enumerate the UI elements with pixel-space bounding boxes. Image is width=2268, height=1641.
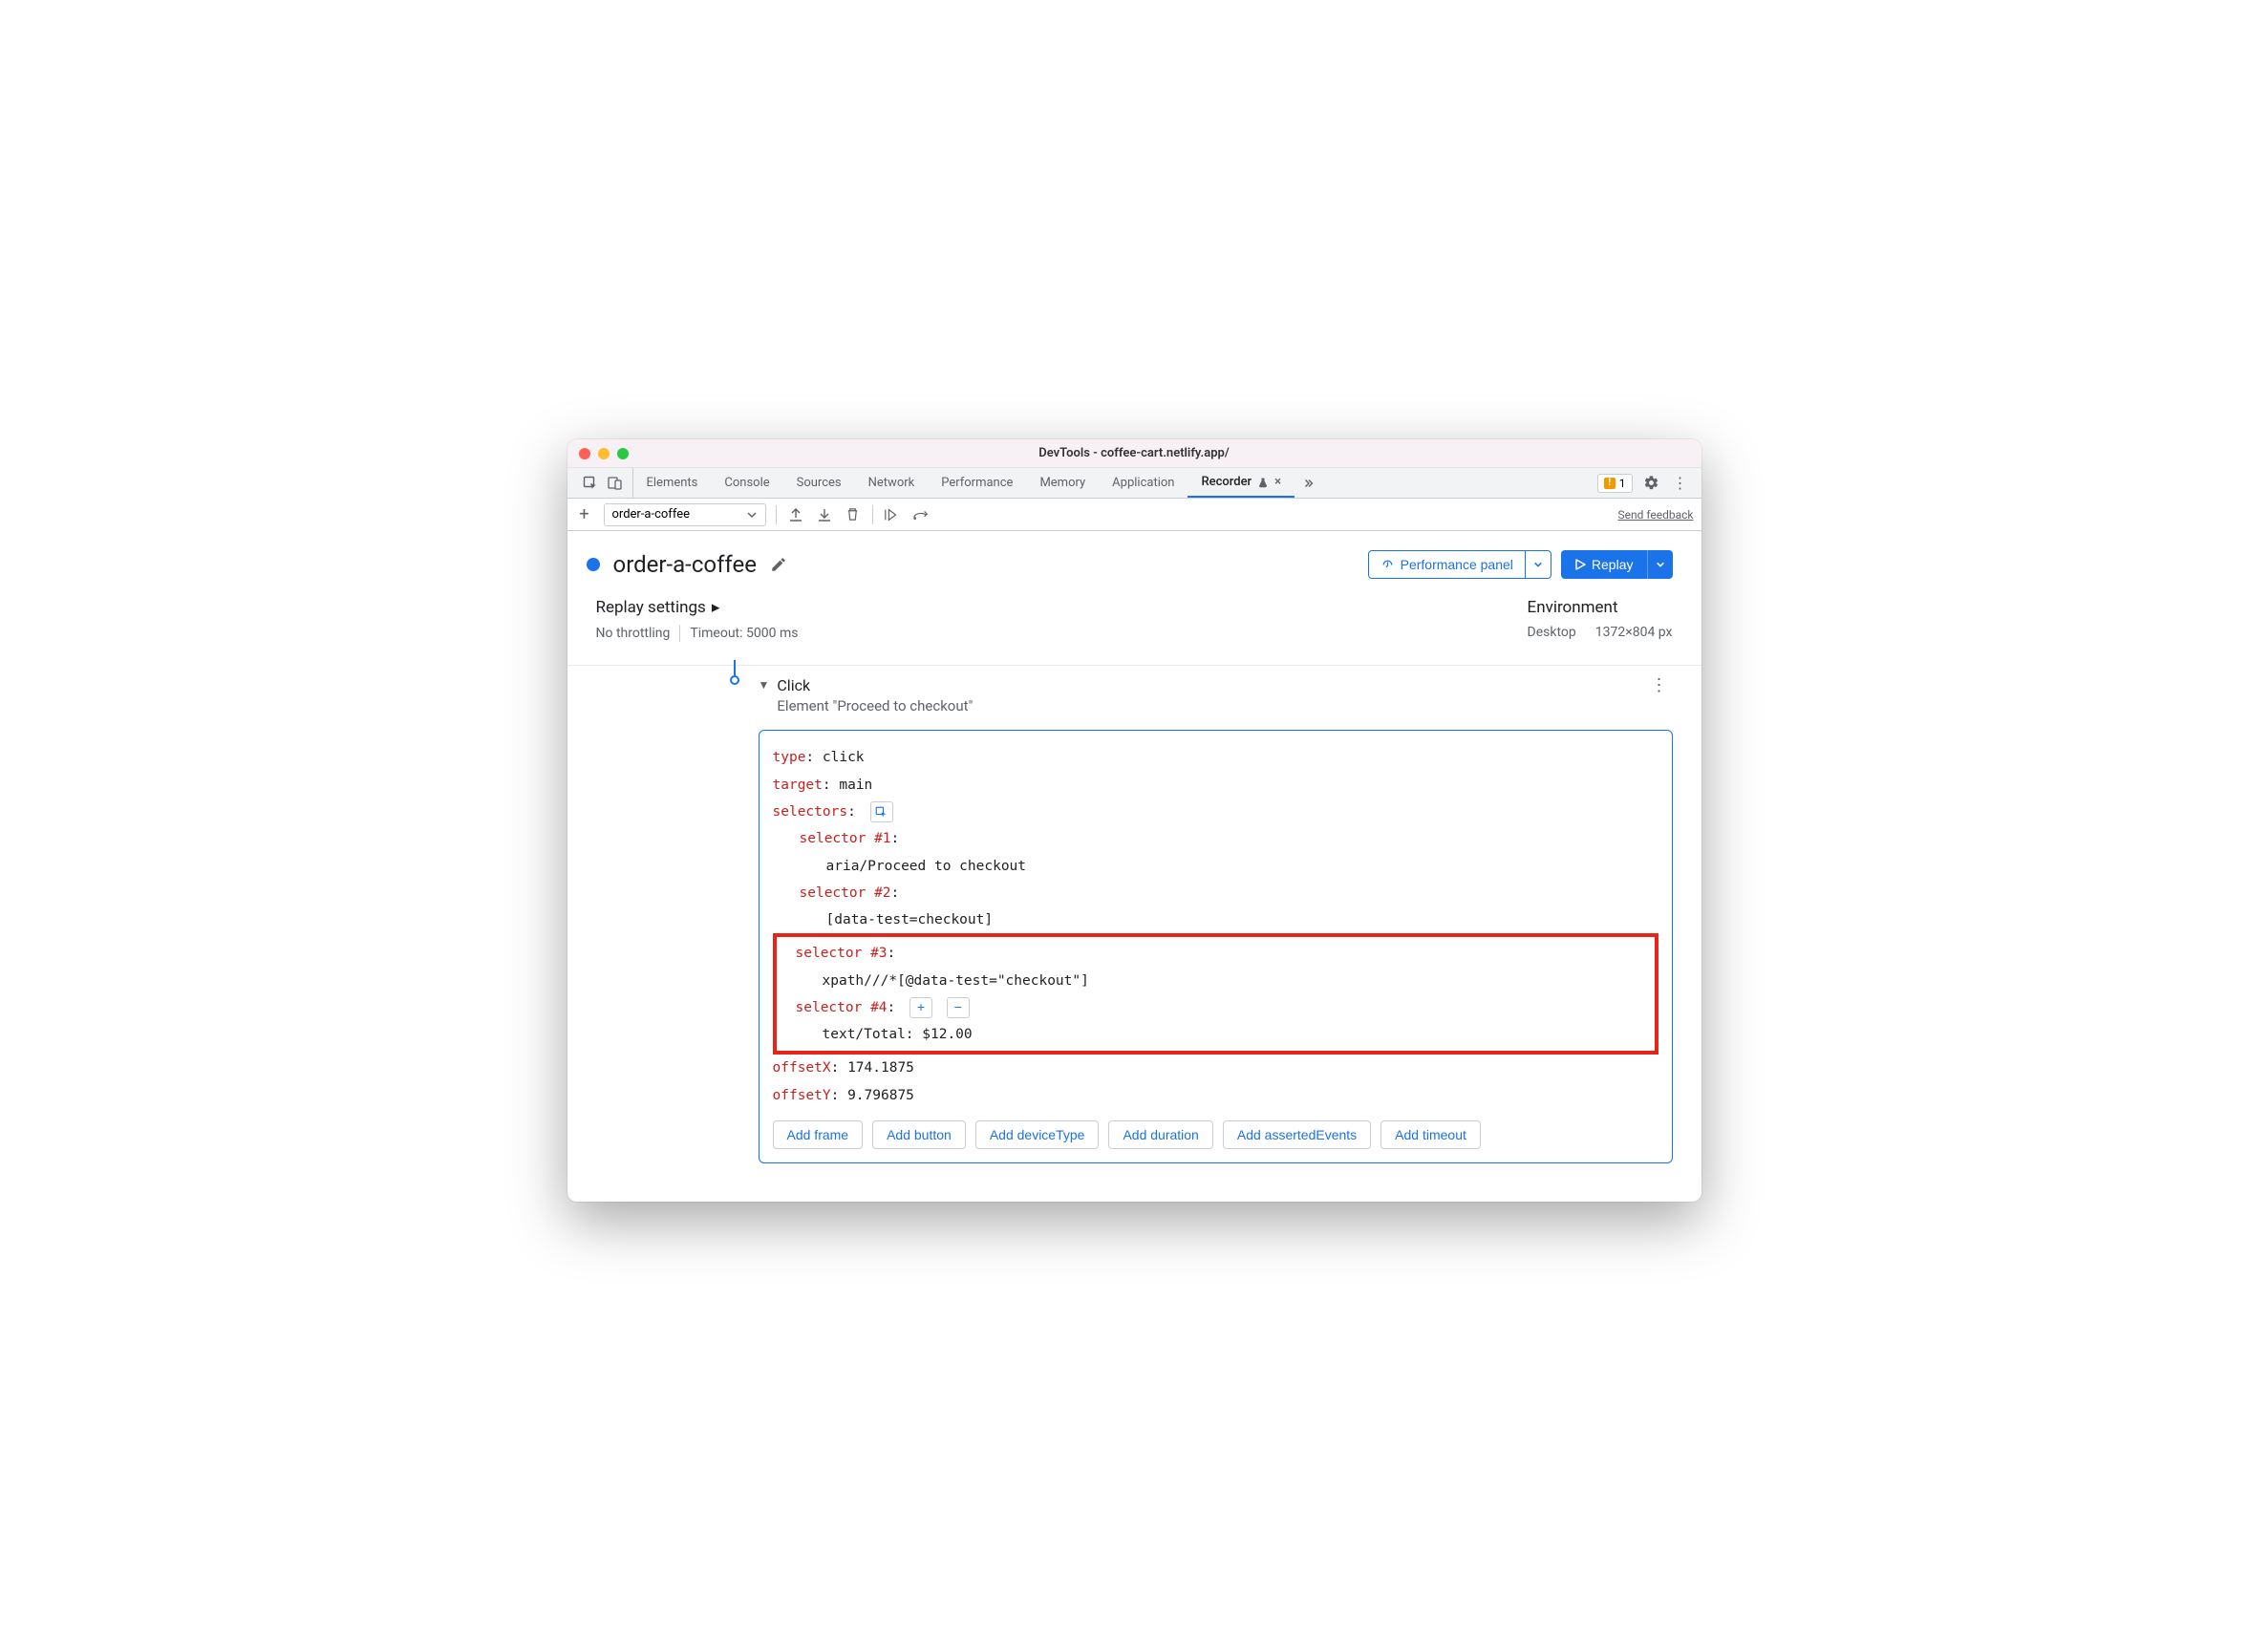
devtools-window: DevTools - coffee-cart.netlify.app/ Elem… bbox=[567, 439, 1701, 1202]
step-play-icon[interactable] bbox=[883, 505, 902, 524]
tab-performance[interactable]: Performance bbox=[928, 468, 1026, 498]
flask-icon bbox=[1257, 477, 1269, 488]
type-key: type bbox=[773, 750, 806, 765]
settings-row: Replay settings ▸ No throttling Timeout:… bbox=[567, 598, 1701, 666]
add-timeout-button[interactable]: Add timeout bbox=[1380, 1120, 1481, 1149]
highlight-annotation: selector #3: xpath///*[@data-test="check… bbox=[773, 933, 1658, 1055]
inspect-element-icon[interactable] bbox=[581, 474, 600, 493]
tab-recorder[interactable]: Recorder × bbox=[1187, 468, 1294, 498]
tab-memory[interactable]: Memory bbox=[1026, 468, 1099, 498]
throttling-value: No throttling bbox=[596, 626, 671, 641]
offsetx-value[interactable]: 174.1875 bbox=[847, 1060, 914, 1076]
remove-selector-icon[interactable]: − bbox=[947, 997, 970, 1018]
dimensions-value: 1372×804 px bbox=[1595, 625, 1673, 640]
issues-badge[interactable]: ! 1 bbox=[1597, 474, 1633, 493]
recording-status-dot bbox=[587, 558, 600, 571]
maximize-window-button[interactable] bbox=[617, 448, 629, 459]
add-duration-button[interactable]: Add duration bbox=[1108, 1120, 1212, 1149]
close-tab-icon[interactable]: × bbox=[1274, 475, 1281, 489]
warning-icon: ! bbox=[1604, 478, 1615, 489]
minimize-window-button[interactable] bbox=[598, 448, 610, 459]
recording-header: order-a-coffee Performance panel Replay bbox=[567, 531, 1701, 598]
window-title: DevTools - coffee-cart.netlify.app/ bbox=[567, 446, 1701, 460]
titlebar: DevTools - coffee-cart.netlify.app/ bbox=[567, 439, 1701, 468]
step-area: ▼ Click Element "Proceed to checkout" ⋮ … bbox=[567, 666, 1701, 1202]
selector-2-key: selector #2 bbox=[800, 885, 891, 901]
export-icon[interactable] bbox=[786, 505, 805, 524]
issues-count: 1 bbox=[1619, 477, 1626, 490]
add-devicetype-button[interactable]: Add deviceType bbox=[975, 1120, 1100, 1149]
selector-1-key: selector #1 bbox=[800, 831, 891, 846]
inspect-controls bbox=[573, 468, 633, 498]
recorder-toolbar: + order-a-coffee Send feedback bbox=[567, 499, 1701, 531]
performance-panel-button[interactable]: Performance panel bbox=[1368, 550, 1526, 579]
add-recording-icon[interactable]: + bbox=[575, 505, 594, 524]
kebab-menu-icon[interactable]: ⋮ bbox=[1671, 474, 1690, 493]
tab-application[interactable]: Application bbox=[1099, 468, 1187, 498]
replay-split: Replay bbox=[1561, 550, 1673, 579]
tab-console[interactable]: Console bbox=[711, 468, 782, 498]
target-value[interactable]: main bbox=[839, 778, 872, 793]
tab-sources[interactable]: Sources bbox=[783, 468, 855, 498]
timeout-value: Timeout: 5000 ms bbox=[690, 626, 798, 641]
panel-tabbar: Elements Console Sources Network Perform… bbox=[567, 468, 1701, 499]
divider bbox=[776, 505, 777, 524]
add-button-button[interactable]: Add button bbox=[872, 1120, 966, 1149]
step-header: ▼ Click Element "Proceed to checkout" ⋮ bbox=[759, 666, 1673, 716]
step-more-menu[interactable]: ⋮ bbox=[1651, 675, 1673, 695]
recording-title: order-a-coffee bbox=[613, 551, 757, 578]
selector-4-key: selector #4 bbox=[796, 1000, 888, 1015]
selector-1-value[interactable]: aria/Proceed to checkout bbox=[826, 859, 1027, 874]
device-toggle-icon[interactable] bbox=[606, 474, 625, 493]
edit-icon[interactable] bbox=[770, 556, 787, 573]
chevron-down-icon bbox=[746, 509, 758, 521]
import-icon[interactable] bbox=[815, 505, 834, 524]
tab-elements[interactable]: Elements bbox=[633, 468, 712, 498]
step-over-icon[interactable] bbox=[911, 505, 931, 524]
recording-select-value: order-a-coffee bbox=[612, 507, 690, 522]
collapse-step-icon[interactable]: ▼ bbox=[759, 675, 770, 692]
divider bbox=[872, 505, 873, 524]
step-name: Click bbox=[777, 675, 973, 696]
traffic-lights bbox=[567, 448, 629, 459]
selector-3-key: selector #3 bbox=[796, 946, 888, 961]
send-feedback-link[interactable]: Send feedback bbox=[1617, 508, 1693, 522]
device-value: Desktop bbox=[1528, 625, 1576, 640]
type-value[interactable]: click bbox=[823, 750, 865, 765]
recording-select[interactable]: order-a-coffee bbox=[604, 503, 766, 526]
add-property-buttons: Add frame Add button Add deviceType Add … bbox=[773, 1120, 1658, 1149]
add-selector-icon[interactable]: + bbox=[909, 997, 932, 1018]
step-description: Element "Proceed to checkout" bbox=[777, 696, 973, 716]
performance-panel-split: Performance panel bbox=[1368, 550, 1551, 579]
offsety-value[interactable]: 9.796875 bbox=[847, 1088, 914, 1103]
timeline-marker bbox=[730, 660, 739, 685]
selector-2-value[interactable]: [data-test=checkout] bbox=[826, 912, 994, 927]
replay-caret[interactable] bbox=[1647, 550, 1673, 579]
pick-element-icon[interactable] bbox=[870, 801, 893, 822]
offsetx-key: offsetX bbox=[773, 1060, 831, 1076]
add-assertedevents-button[interactable]: Add assertedEvents bbox=[1223, 1120, 1371, 1149]
tab-network[interactable]: Network bbox=[855, 468, 929, 498]
selector-4-value[interactable]: text/Total: $12.00 bbox=[823, 1027, 973, 1042]
step-details-panel: type: click target: main selectors: sele… bbox=[759, 730, 1673, 1162]
divider bbox=[679, 625, 680, 642]
replay-button[interactable]: Replay bbox=[1561, 550, 1647, 579]
target-key: target bbox=[773, 778, 823, 793]
selector-3-value[interactable]: xpath///*[@data-test="checkout"] bbox=[823, 973, 1089, 989]
performance-panel-caret[interactable] bbox=[1526, 550, 1551, 579]
replay-settings-toggle[interactable]: Replay settings ▸ bbox=[596, 598, 799, 617]
more-tabs-button[interactable] bbox=[1294, 468, 1323, 498]
settings-gear-icon[interactable] bbox=[1642, 474, 1661, 493]
selectors-key: selectors bbox=[773, 804, 848, 820]
add-frame-button[interactable]: Add frame bbox=[773, 1120, 864, 1149]
environment-label: Environment bbox=[1528, 598, 1673, 617]
gauge-icon bbox=[1380, 558, 1395, 572]
delete-icon[interactable] bbox=[844, 505, 863, 524]
play-icon bbox=[1574, 559, 1586, 570]
chevron-right-icon: ▸ bbox=[712, 598, 720, 617]
offsety-key: offsetY bbox=[773, 1088, 831, 1103]
close-window-button[interactable] bbox=[579, 448, 590, 459]
